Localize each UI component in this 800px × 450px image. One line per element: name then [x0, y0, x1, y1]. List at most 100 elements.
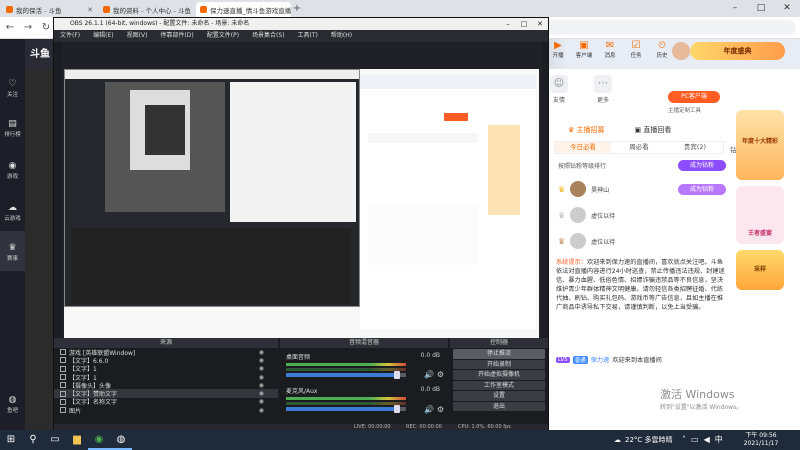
- sidebar-item-ranking[interactable]: ▤ 排行榜: [0, 119, 25, 138]
- friends-button[interactable]: ☺ 友情: [548, 75, 570, 104]
- settings-button[interactable]: 设置: [453, 391, 545, 401]
- friend-icon: ☺: [550, 75, 568, 93]
- become-fan-button-2[interactable]: 成为钻粉: [678, 184, 726, 195]
- user-avatar[interactable]: [672, 42, 690, 60]
- windows-start-icon[interactable]: ⊞: [0, 430, 22, 450]
- menu-profile[interactable]: 配置文件(P): [207, 30, 239, 42]
- mixer-db-readout: 0.0 dB: [420, 386, 440, 393]
- tab-replay[interactable]: ▣ 直播回看: [635, 125, 672, 135]
- obs-maximize-button[interactable]: □: [516, 18, 532, 30]
- slider-handle[interactable]: [394, 371, 400, 379]
- eye-icon[interactable]: ◉: [259, 390, 264, 397]
- promo-column: 年度十大精彩 王者盛宴 采样: [736, 110, 784, 310]
- eye-icon[interactable]: ◉: [259, 374, 264, 381]
- exit-button[interactable]: 退出: [453, 401, 545, 411]
- rank-item[interactable]: ♛ 虚位以待: [558, 205, 615, 225]
- menu-tools[interactable]: 工具(T): [298, 30, 318, 42]
- eye-icon[interactable]: ◉: [259, 349, 264, 356]
- tab-streamer-recruit[interactable]: ♛ 主播招募: [568, 125, 605, 135]
- speaker-icon[interactable]: 🔊: [424, 370, 434, 379]
- eye-icon[interactable]: ◉: [259, 357, 264, 364]
- header-item-tasks[interactable]: ☑ 任务: [626, 40, 646, 59]
- back-arrow-icon[interactable]: ←: [4, 22, 16, 33]
- sidebar-item-follow[interactable]: ♡ 关注: [0, 79, 25, 98]
- pc-client-button[interactable]: PC客户端: [668, 91, 720, 103]
- network-icon[interactable]: ▭: [691, 430, 699, 450]
- eye-icon[interactable]: ◉: [259, 407, 264, 414]
- volume-icon[interactable]: ◀: [704, 430, 710, 450]
- taskbar-clock[interactable]: 下午 09:56 2021/11/17: [736, 432, 786, 448]
- ime-icon[interactable]: 中: [715, 430, 723, 450]
- file-explorer-icon[interactable]: ▆: [66, 430, 88, 450]
- stop-streaming-button[interactable]: 停止推流: [453, 349, 545, 359]
- source-item[interactable]: 图片 ◉: [54, 406, 278, 415]
- browser-tab-2[interactable]: 我的资料 - 个人中心 - 斗鱼✕: [99, 2, 194, 17]
- studio-mode-button[interactable]: 工作室模式: [453, 380, 545, 390]
- subtab-today[interactable]: 今日必看: [555, 142, 611, 153]
- new-tab-button[interactable]: +: [291, 2, 303, 17]
- sidebar-item-fishbar[interactable]: ◍ 鱼吧: [0, 395, 25, 414]
- obs-icon[interactable]: ◍: [110, 430, 132, 450]
- volume-slider[interactable]: [286, 405, 406, 413]
- slider-handle[interactable]: [394, 405, 400, 413]
- event-banner[interactable]: 年度盛典: [690, 42, 785, 60]
- obs-window: OBS 26.1.1 (64-bit, windows) - 配置文件: 未命名…: [53, 17, 549, 430]
- header-item-client[interactable]: ▣ 客户端: [574, 40, 594, 59]
- browser-tab-3[interactable]: 保力速直播_情斗鱼游戏直播_斗鱼直播✕: [196, 2, 291, 17]
- taskbar-weather[interactable]: ☁ 22°C 多雲時晴: [614, 430, 673, 450]
- start-recording-button[interactable]: 开始录制: [453, 359, 545, 369]
- play-icon: ▶: [554, 40, 562, 51]
- obs-close-button[interactable]: ✕: [532, 18, 548, 30]
- menu-scene-collection[interactable]: 场景集合(S): [252, 30, 285, 42]
- audio-meter: [286, 368, 406, 371]
- menu-file[interactable]: 文件(F): [60, 30, 80, 42]
- sidebar-item-game[interactable]: ◉ 游戏: [0, 161, 25, 180]
- sidebar-item-cloud-game[interactable]: ☁ 云游戏: [0, 203, 25, 222]
- subtab-vip[interactable]: 贵宾(2): [667, 142, 723, 153]
- eye-icon[interactable]: ◉: [259, 398, 264, 405]
- task-view-icon[interactable]: ▭: [44, 430, 66, 450]
- eye-icon[interactable]: ◉: [259, 382, 264, 389]
- close-tab-icon[interactable]: ✕: [87, 6, 93, 14]
- promo-sample[interactable]: 采样: [736, 250, 784, 290]
- virtual-camera-button[interactable]: 开始虚拟摄像机: [453, 370, 545, 380]
- chevron-up-icon[interactable]: ˄: [682, 430, 686, 450]
- image-source-icon: [60, 407, 66, 414]
- browser-tab-1[interactable]: 我的保活 - 斗鱼 ✕: [2, 2, 97, 17]
- obs-minimize-button[interactable]: –: [500, 18, 516, 30]
- source-item[interactable]: 【文字】名称文字 ◉: [54, 398, 278, 406]
- sidebar-item-events[interactable]: ♛ 赛事: [0, 231, 25, 271]
- forward-arrow-icon[interactable]: →: [22, 22, 34, 33]
- gear-icon[interactable]: ⚙: [437, 405, 444, 414]
- chat-username[interactable]: 保力速: [591, 355, 610, 364]
- controls-dock-header: 控制器: [450, 338, 548, 348]
- header-item-messages[interactable]: ✉ 消息: [600, 40, 620, 59]
- obs-preview-canvas[interactable]: [62, 42, 542, 338]
- speaker-icon[interactable]: 🔊: [424, 405, 434, 414]
- eye-icon[interactable]: ◉: [259, 365, 264, 372]
- reload-icon[interactable]: ↻: [40, 22, 52, 33]
- mixer-controls: 🔊 ⚙: [424, 370, 444, 379]
- menu-edit[interactable]: 编辑(E): [93, 30, 113, 42]
- menu-view[interactable]: 视图(V): [127, 30, 148, 42]
- mixer-controls: 🔊 ⚙: [424, 405, 444, 414]
- promo-badge-annual[interactable]: 年度十大精彩: [736, 110, 784, 180]
- rank-item[interactable]: ♛ 昊神山: [558, 179, 609, 199]
- header-item-broadcast[interactable]: ▶ 开播: [548, 40, 568, 59]
- maximize-button[interactable]: □: [748, 0, 774, 17]
- menu-help[interactable]: 帮助(H): [331, 30, 352, 42]
- menu-docks[interactable]: 停靠部件(D): [160, 30, 193, 42]
- header-item-history[interactable]: ⏲ 历史: [652, 40, 672, 59]
- volume-slider[interactable]: [286, 371, 406, 379]
- subtab-week[interactable]: 周必看: [611, 142, 667, 153]
- promo-king[interactable]: 王者盛宴: [736, 186, 784, 244]
- search-icon[interactable]: ⚲: [22, 430, 44, 450]
- more-button[interactable]: ⋯ 更多: [592, 75, 614, 104]
- site-logo[interactable]: 斗鱼: [30, 45, 50, 60]
- gear-icon[interactable]: ⚙: [437, 370, 444, 379]
- chrome-icon[interactable]: ◉: [88, 430, 110, 450]
- minimize-button[interactable]: –: [722, 0, 748, 17]
- rank-item[interactable]: ♛ 虚位以待: [558, 231, 615, 251]
- become-fan-button[interactable]: 成为钻粉: [678, 160, 726, 171]
- close-window-button[interactable]: ✕: [774, 0, 800, 17]
